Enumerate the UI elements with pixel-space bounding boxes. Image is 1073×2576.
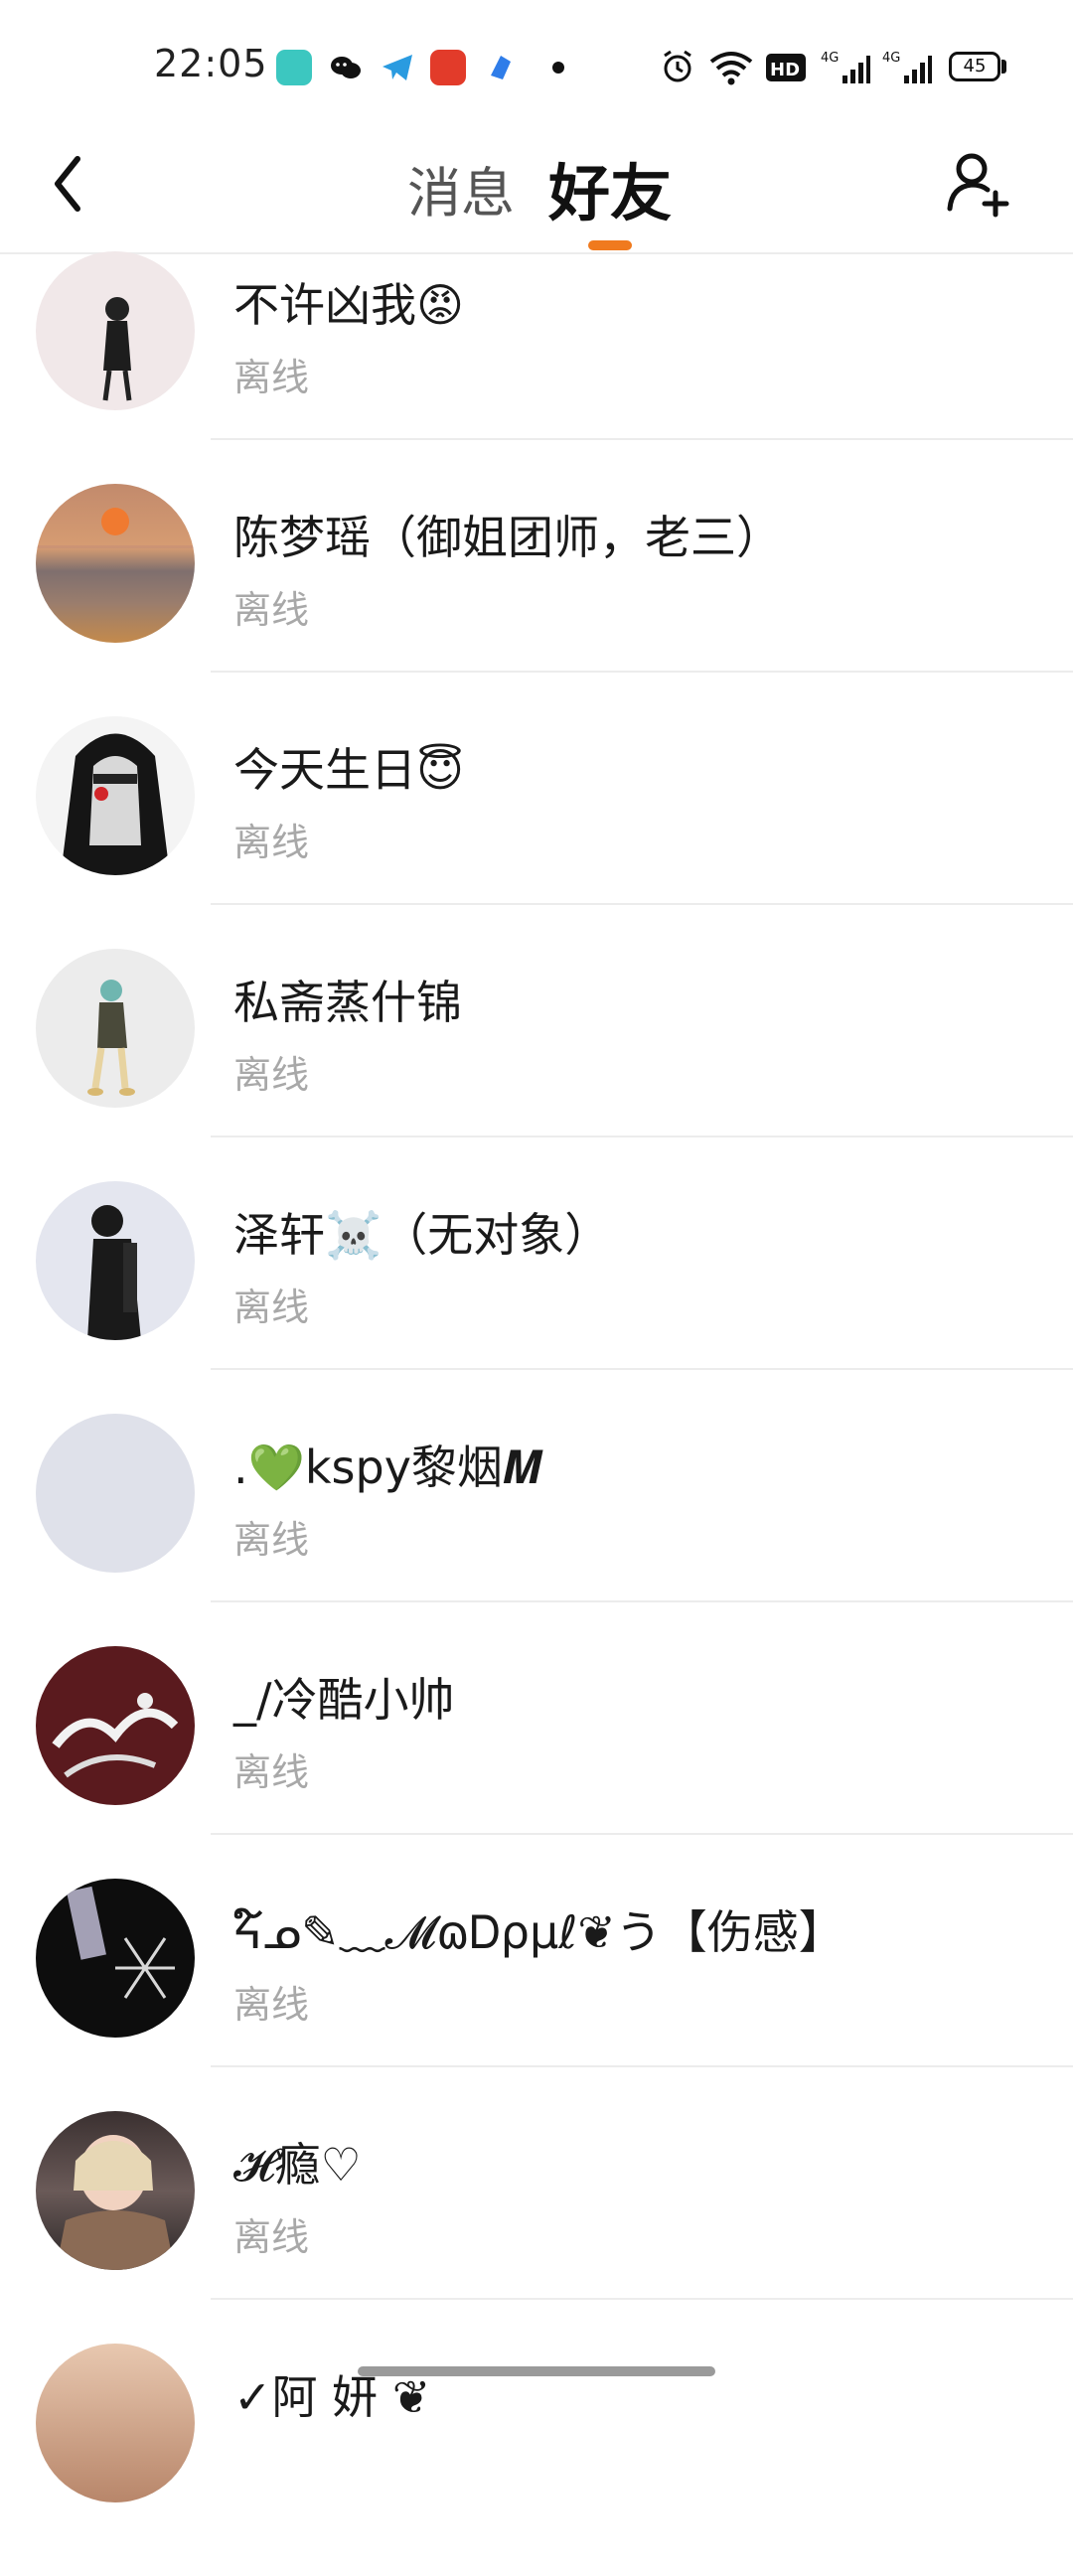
- friend-row[interactable]: 泽轩☠️（无对象） 离线: [0, 1181, 1073, 1414]
- friend-name: 𝓗瘾♡: [233, 2138, 362, 2192]
- battery-tip: [1001, 60, 1006, 74]
- more-notifications-dot: [552, 62, 564, 74]
- friend-name: 今天生日😇: [233, 743, 464, 797]
- friend-status: 离线: [233, 1983, 310, 2027]
- status-bar: 22:05 HD 4G 4G 45: [0, 0, 1073, 129]
- avatar: [36, 716, 195, 875]
- tab-friends[interactable]: 好友: [548, 143, 672, 232]
- friend-name: _/冷酷小帅: [233, 1673, 455, 1727]
- avatar: [36, 1181, 195, 1340]
- add-friend-icon[interactable]: [944, 149, 1013, 219]
- row-divider: [211, 1600, 1073, 1602]
- friend-name: 私斋蒸什锦: [233, 976, 462, 1029]
- wifi-icon: [709, 52, 753, 85]
- friend-row[interactable]: _/冷酷小帅 离线: [0, 1646, 1073, 1879]
- friend-row[interactable]: 𝓗瘾♡ 离线: [0, 2111, 1073, 2344]
- row-divider: [211, 1368, 1073, 1370]
- friend-status: 离线: [233, 1518, 310, 1562]
- friend-name: ᔦ໌ᓄ✎﹏𝓜ɷᎠρμℓ❦う【伤感】: [233, 1905, 844, 1959]
- telegram-icon: [380, 50, 415, 85]
- friend-row[interactable]: ᔦ໌ᓄ✎﹏𝓜ɷᎠρμℓ❦う【伤感】 离线: [0, 1879, 1073, 2111]
- friend-row[interactable]: 私斋蒸什锦 离线: [0, 949, 1073, 1181]
- friend-status: 离线: [233, 356, 310, 399]
- row-divider: [211, 1136, 1073, 1137]
- friend-name: 陈梦瑶（御姐团师，老三）: [233, 511, 782, 564]
- friend-status: 离线: [233, 2215, 310, 2259]
- signal-4g-icon: 4G: [821, 51, 870, 83]
- friend-row[interactable]: ✓阿 妍 ❦: [0, 2344, 1073, 2576]
- signal-4g-icon: 4G: [882, 51, 932, 83]
- row-divider: [211, 1833, 1073, 1835]
- blue-app-icon: [483, 50, 519, 85]
- hd-icon: HD: [766, 54, 806, 81]
- row-divider: [211, 2298, 1073, 2300]
- avatar: [36, 484, 195, 643]
- avatar: [36, 1646, 195, 1805]
- wechat-icon: [328, 50, 364, 85]
- status-time: 22:05: [154, 42, 268, 85]
- friend-row[interactable]: 不许凶我😡 离线: [0, 251, 1073, 484]
- shop-app-icon: [430, 50, 466, 85]
- friend-name: .💚kspy黎烟𝑴: [233, 1440, 542, 1494]
- active-tab-indicator: [588, 240, 632, 250]
- friend-row[interactable]: 陈梦瑶（御姐团师，老三） 离线: [0, 484, 1073, 716]
- friend-status: 离线: [233, 1750, 310, 1794]
- friend-status: 离线: [233, 1286, 310, 1329]
- svg-text:4G: 4G: [882, 51, 900, 66]
- friend-status: 离线: [233, 821, 310, 864]
- row-divider: [211, 671, 1073, 673]
- friend-row[interactable]: 今天生日😇 离线: [0, 716, 1073, 949]
- battery-icon: 45: [949, 52, 1000, 81]
- friend-name: 不许凶我😡: [233, 278, 464, 332]
- friend-status: 离线: [233, 1053, 310, 1097]
- friend-row[interactable]: .💚kspy黎烟𝑴 离线: [0, 1414, 1073, 1646]
- row-divider: [211, 438, 1073, 440]
- avatar: [36, 1879, 195, 2038]
- home-indicator[interactable]: [358, 2366, 715, 2376]
- app-notification-icon: [276, 50, 312, 85]
- back-arrow-icon[interactable]: [50, 149, 89, 219]
- friend-status: 离线: [233, 588, 310, 632]
- avatar: [36, 2111, 195, 2270]
- friend-name: 泽轩☠️（无对象）: [233, 1208, 611, 1262]
- alarm-icon: [664, 50, 691, 82]
- friend-list: 不许凶我😡 离线 陈梦瑶（御姐团师，老三） 离线 今天生日😇 离线 私斋蒸什锦 …: [0, 251, 1073, 2576]
- avatar: [36, 251, 195, 410]
- row-divider: [211, 2065, 1073, 2067]
- svg-text:4G: 4G: [821, 51, 839, 66]
- top-navigation: 消息 好友: [0, 129, 1073, 254]
- tab-messages[interactable]: 消息: [407, 149, 515, 227]
- avatar: [36, 2344, 195, 2502]
- svg-text:HD: HD: [770, 60, 800, 80]
- row-divider: [211, 903, 1073, 905]
- avatar: [36, 1414, 195, 1573]
- avatar: [36, 949, 195, 1108]
